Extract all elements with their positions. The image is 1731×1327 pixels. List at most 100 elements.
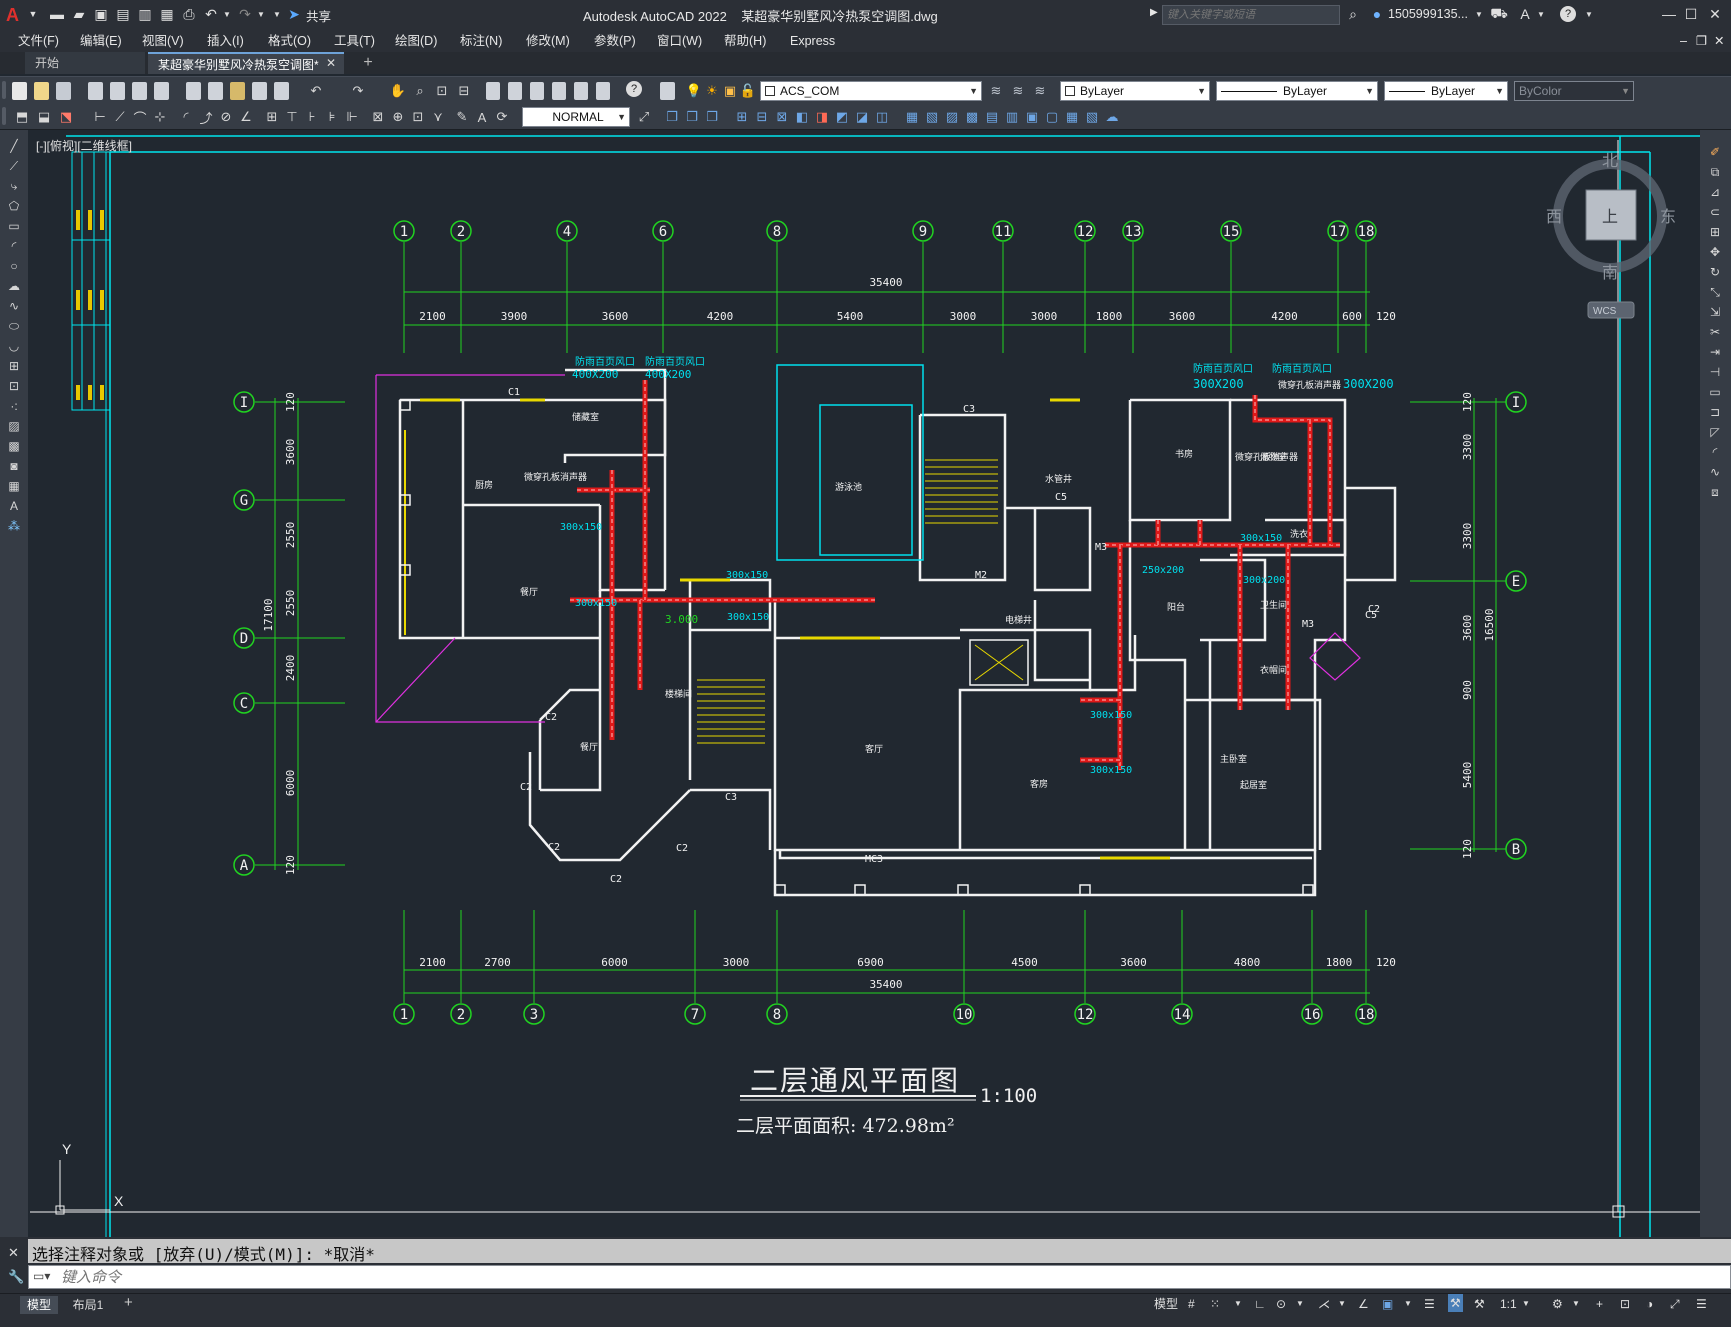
- copy-icon[interactable]: [208, 82, 223, 100]
- help-tb-icon[interactable]: ?: [626, 81, 642, 97]
- fillet-tool-icon[interactable]: ◜: [1707, 444, 1723, 460]
- grid-icon[interactable]: #: [1188, 1295, 1195, 1313]
- auto-scale-icon[interactable]: ⚒: [1474, 1295, 1485, 1313]
- zoom-window-icon[interactable]: ⊡: [432, 81, 452, 101]
- layer-previous-icon[interactable]: ≋: [1008, 81, 1028, 101]
- dim-update-icon[interactable]: ⟳: [492, 107, 512, 127]
- annotation-monitor-icon[interactable]: +: [1596, 1295, 1603, 1313]
- stretch-obj-icon[interactable]: ◨: [812, 107, 832, 127]
- inspection-icon[interactable]: ⊡: [408, 107, 428, 127]
- draworder-back-icon[interactable]: ❐: [682, 107, 702, 127]
- menu-file[interactable]: 文件(F): [18, 30, 59, 52]
- viewcube-top[interactable]: 上: [1602, 207, 1618, 226]
- plot-icon[interactable]: ⎙: [180, 5, 198, 23]
- snap-dropdown-icon[interactable]: ▼: [1234, 1295, 1242, 1313]
- redo-tb-icon[interactable]: ↷: [348, 81, 368, 101]
- insert-obj-icon[interactable]: ▤: [982, 107, 1002, 127]
- viewcube-north[interactable]: 北: [1602, 151, 1618, 170]
- tab-drawing[interactable]: 某超豪华别墅风冷热泵空调图* ✕: [148, 52, 344, 74]
- arc-tool-icon[interactable]: ◜: [6, 238, 22, 254]
- sheet-set-icon[interactable]: [552, 82, 566, 100]
- paste-icon[interactable]: [230, 82, 245, 100]
- tab-layout1[interactable]: 布局1: [66, 1296, 110, 1314]
- menu-modify[interactable]: 修改(M): [526, 30, 570, 52]
- otrack-icon[interactable]: ∠: [1358, 1295, 1369, 1313]
- menu-express[interactable]: Express: [790, 30, 835, 52]
- drawing-svg[interactable]: [-][俯视][二维线框] Y X 上 北 南 西 东 WCS 35400121…: [28, 130, 1700, 1237]
- move-icon[interactable]: ⊞: [732, 107, 752, 127]
- markup-icon[interactable]: [574, 82, 588, 100]
- ucs-previous-icon[interactable]: ⬔: [56, 107, 76, 127]
- ortho-icon[interactable]: ∟: [1254, 1295, 1266, 1313]
- copy-tool-icon[interactable]: ⧉: [1707, 164, 1723, 180]
- ucs-icon[interactable]: ⬒: [12, 107, 32, 127]
- layer-freeze-icon[interactable]: ☀: [702, 81, 722, 101]
- zoom-realtime-icon[interactable]: ⌕: [410, 81, 430, 101]
- workspace-gear-icon[interactable]: ⚙: [1552, 1295, 1563, 1313]
- insert-block-tool-icon[interactable]: ⊞: [6, 358, 22, 374]
- make-current-layer-icon[interactable]: ≋: [986, 81, 1006, 101]
- revcloud-obj-icon[interactable]: ☁: [1102, 107, 1122, 127]
- command-customize-icon[interactable]: 🔧: [8, 1269, 24, 1285]
- cart-icon[interactable]: ⛟: [1490, 5, 1508, 23]
- layer-states-icon[interactable]: ≋: [1030, 81, 1050, 101]
- toolbar-grip[interactable]: [2, 81, 6, 99]
- draworder-above-icon[interactable]: ❐: [702, 107, 722, 127]
- annotation-scale-dropdown-icon[interactable]: ▼: [1522, 1295, 1530, 1313]
- group-obj-icon[interactable]: ▦: [902, 107, 922, 127]
- make-block-tool-icon[interactable]: ⊡: [6, 378, 22, 394]
- workspace-dropdown-icon[interactable]: ▼: [1572, 1295, 1580, 1313]
- snap-icon[interactable]: ⁙: [1210, 1295, 1220, 1313]
- dim-space-icon[interactable]: ⊧: [322, 107, 342, 127]
- command-input[interactable]: [61, 1267, 1721, 1287]
- hatch-tool-icon[interactable]: ▨: [6, 418, 22, 434]
- model-space-button[interactable]: 模型: [1154, 1295, 1178, 1313]
- named-ucs-icon[interactable]: ⬓: [34, 107, 54, 127]
- jogged-dim-icon[interactable]: ⤴: [196, 107, 216, 127]
- menu-draw[interactable]: 绘图(D): [395, 30, 437, 52]
- continue-dim-icon[interactable]: ⊦: [302, 107, 322, 127]
- menu-edit[interactable]: 编辑(E): [80, 30, 122, 52]
- scale-tool-icon[interactable]: ⤡: [1707, 284, 1723, 300]
- share-button[interactable]: 共享: [306, 6, 331, 25]
- open-icon[interactable]: [34, 82, 49, 100]
- revcloud-tool-icon[interactable]: ☁: [6, 278, 22, 294]
- pan-icon[interactable]: ✋: [388, 81, 408, 101]
- user-icon[interactable]: ●: [1368, 5, 1386, 23]
- menu-help[interactable]: 帮助(H): [724, 30, 766, 52]
- baseline-dim-icon[interactable]: ⊤: [282, 107, 302, 127]
- lineweight-icon[interactable]: ☰: [1424, 1295, 1435, 1313]
- polyline-tool-icon[interactable]: ⤷: [6, 178, 22, 194]
- tab-start[interactable]: 开始: [25, 52, 145, 74]
- image-obj-icon[interactable]: ▦: [1062, 107, 1082, 127]
- dim-break-icon[interactable]: ⊩: [342, 107, 362, 127]
- ellipse-tool-icon[interactable]: ⬭: [6, 318, 22, 334]
- osnap-icon[interactable]: ▣: [1382, 1295, 1393, 1313]
- undo-tb-icon[interactable]: ↶: [306, 81, 326, 101]
- help-dropdown-icon[interactable]: ▼: [1580, 5, 1598, 23]
- table-tool-icon[interactable]: ▦: [6, 478, 22, 494]
- recent-commands-icon[interactable]: ▭▾: [33, 1269, 50, 1283]
- addselected-tool-icon[interactable]: ⁂: [6, 518, 22, 534]
- menu-insert[interactable]: 插入(I): [207, 30, 244, 52]
- dimstyle-manager-icon[interactable]: ⤢: [634, 107, 654, 127]
- doc-restore-icon[interactable]: ❐: [1696, 30, 1707, 52]
- rotate-tool-icon[interactable]: ↻: [1707, 264, 1723, 280]
- preview-icon[interactable]: [110, 82, 125, 100]
- search-arrow-icon[interactable]: ▶: [1150, 7, 1158, 18]
- osnap-dropdown-icon[interactable]: ▼: [1404, 1295, 1412, 1313]
- linetype-dropdown[interactable]: ByLayer ▼: [1216, 81, 1378, 101]
- 3dprint-icon[interactable]: [154, 82, 169, 100]
- construction-line-icon[interactable]: ⟋: [6, 158, 22, 174]
- autocad-logo[interactable]: A: [6, 5, 24, 25]
- layer-viewport-icon[interactable]: ▣: [720, 81, 740, 101]
- chamfer-tool-icon[interactable]: ◸: [1707, 424, 1723, 440]
- rectangle-tool-icon[interactable]: ▭: [6, 218, 22, 234]
- mirror-obj-icon[interactable]: ◪: [852, 107, 872, 127]
- viewcube-west[interactable]: 西: [1546, 207, 1562, 226]
- color-dropdown[interactable]: ByLayer ▼: [1060, 81, 1210, 101]
- arc-length-icon[interactable]: ⌒: [130, 107, 150, 127]
- publish-icon[interactable]: [132, 82, 147, 100]
- aligned-dim-icon[interactable]: ⟋: [110, 107, 130, 127]
- linear-dim-icon[interactable]: ⊢: [90, 107, 110, 127]
